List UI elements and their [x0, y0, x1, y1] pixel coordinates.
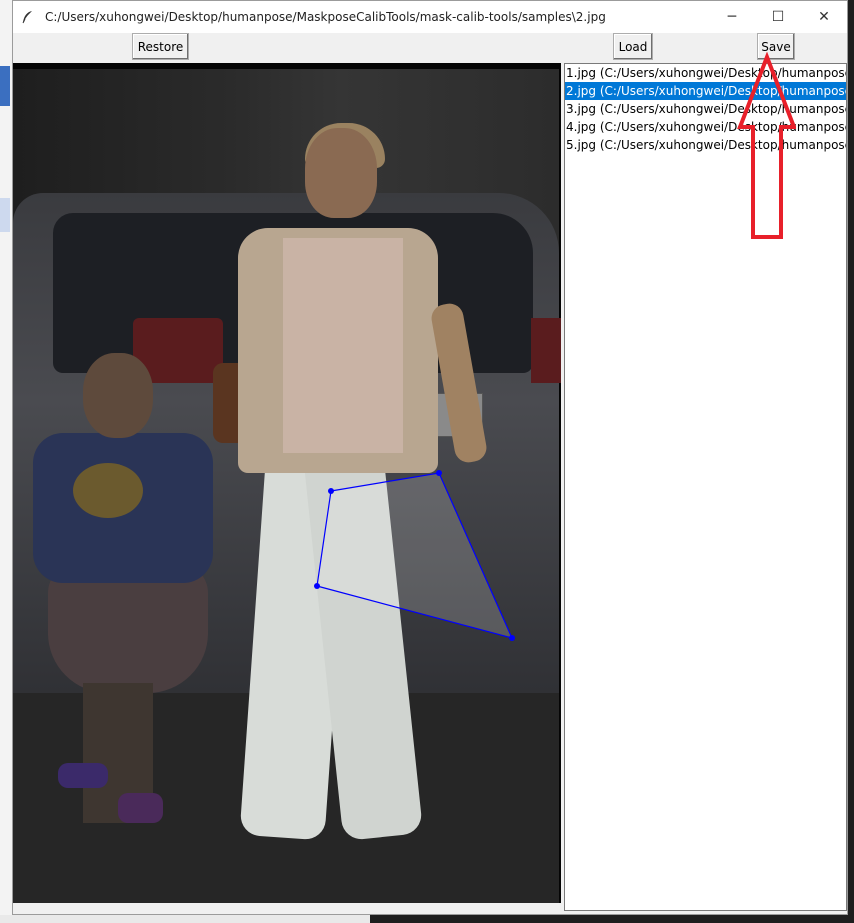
background-desktop-bottom	[0, 915, 854, 923]
image-canvas[interactable]	[13, 63, 561, 903]
background-panel	[0, 198, 10, 232]
feather-icon	[22, 11, 32, 24]
load-button[interactable]: Load	[613, 33, 653, 60]
maximize-button[interactable]: ☐	[755, 1, 801, 33]
restore-button[interactable]: Restore	[132, 33, 189, 60]
app-window: C:/Users/xuhongwei/Desktop/humanpose/Mas…	[12, 0, 848, 915]
window-title: C:/Users/xuhongwei/Desktop/humanpose/Mas…	[45, 10, 606, 24]
file-listbox[interactable]: 1.jpg (C:/Users/xuhongwei/Desktop/humanp…	[564, 63, 847, 911]
title-bar[interactable]: C:/Users/xuhongwei/Desktop/humanpose/Mas…	[13, 1, 847, 33]
mask-vertex-handle[interactable]	[314, 583, 320, 589]
mask-polygon[interactable]	[316, 472, 514, 639]
list-item[interactable]: 5.jpg (C:/Users/xuhongwei/Desktop/humanp…	[565, 136, 846, 154]
window-controls: ─ ☐ ✕	[709, 1, 847, 33]
minimize-button[interactable]: ─	[709, 1, 755, 33]
list-item-selected[interactable]: 2.jpg (C:/Users/xuhongwei/Desktop/humanp…	[565, 82, 846, 100]
close-button[interactable]: ✕	[801, 1, 847, 33]
mask-vertex-handle[interactable]	[509, 635, 515, 641]
list-item[interactable]: 3.jpg (C:/Users/xuhongwei/Desktop/humanp…	[565, 100, 846, 118]
mask-overlay	[314, 470, 515, 641]
toolbar: Restore Load Save	[13, 33, 847, 63]
up-arrow-annotation	[737, 52, 796, 239]
list-item[interactable]: 4.jpg (C:/Users/xuhongwei/Desktop/humanp…	[565, 118, 846, 136]
mask-vertex-handle[interactable]	[328, 488, 334, 494]
list-item[interactable]: 1.jpg (C:/Users/xuhongwei/Desktop/humanp…	[565, 64, 846, 82]
background-panel	[0, 915, 370, 923]
background-panel	[0, 66, 10, 106]
background-desktop-left	[0, 0, 12, 923]
mask-vertex-handle[interactable]	[436, 470, 442, 476]
